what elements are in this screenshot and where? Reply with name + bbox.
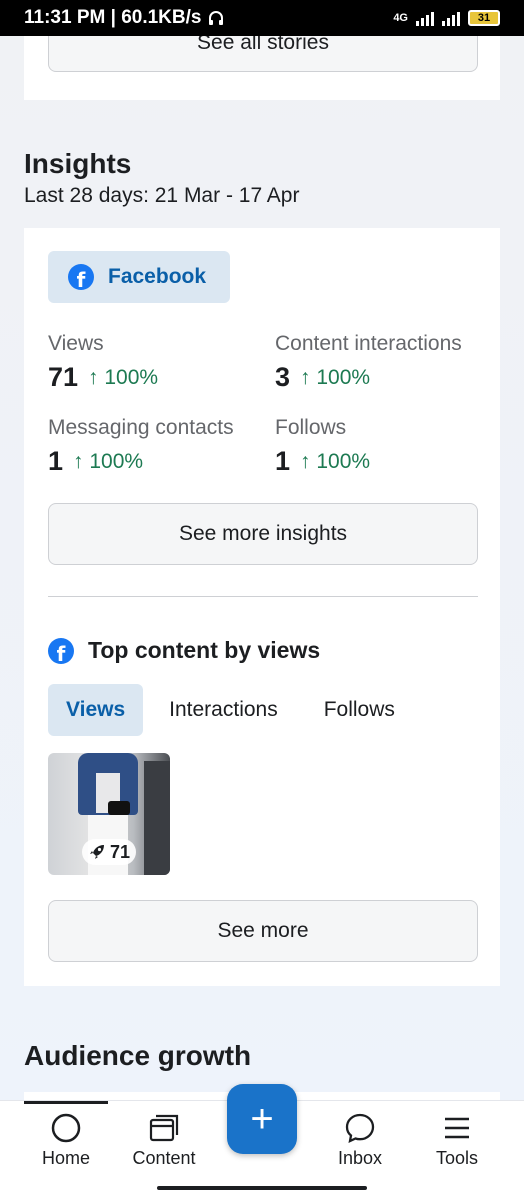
see-more-insights-button[interactable]: See more insights [48,503,478,565]
see-all-stories-button[interactable]: See all stories [48,36,478,72]
metric-content-interactions[interactable]: Content interactions 3 ↑ 100% [275,332,462,393]
top-content-title: Top content by views [88,637,321,663]
metric-delta: ↑ 100% [300,365,371,389]
gesture-handle[interactable] [157,1186,367,1190]
metric-follows[interactable]: Follows 1 ↑ 100% [275,416,370,477]
nav-label: Inbox [337,1148,383,1168]
signal-icon [442,10,460,26]
nav-home[interactable]: Home [16,1101,116,1173]
nav-inbox[interactable]: Inbox [310,1101,410,1173]
top-content-heading: f Top content by views [48,637,320,664]
gesture-bar [0,1172,524,1200]
metric-value: 1 [48,446,64,476]
status-bar: 11:31 PM | 60.1KB/s 4G 31 [0,0,524,36]
metric-value: 1 [275,446,291,476]
nav-tools[interactable]: Tools [407,1101,507,1173]
metric-views[interactable]: Views 71 ↑ 100% [48,332,158,393]
facebook-icon: f [48,637,74,664]
views-badge: 71 [82,839,137,865]
metric-delta: ↑ 100% [300,449,371,473]
metric-delta: ↑ 100% [88,365,159,389]
battery-icon: 31 [468,10,500,26]
metric-messaging-contacts[interactable]: Messaging contacts 1 ↑ 100% [48,416,234,477]
metric-label: Views [48,332,104,355]
metric-delta: ↑ 100% [73,449,144,473]
content-area[interactable]: See all stories Insights Last 28 days: 2… [0,36,524,1100]
tab-follows[interactable]: Follows [306,684,413,736]
insights-title: Insights [24,148,132,179]
stories-card: See all stories [24,36,500,100]
platform-label: Facebook [108,265,207,288]
nav-content[interactable]: Content [114,1101,214,1173]
metric-label: Follows [275,416,347,439]
network-type: 4G [393,12,408,24]
rocket-icon [90,845,104,859]
metric-label: Content interactions [275,332,462,355]
top-content-tabs: Views Interactions Follows [48,684,413,736]
inbox-icon [345,1113,375,1143]
signal-icon [416,10,434,26]
tools-icon [445,1117,469,1139]
platform-filter-facebook[interactable]: f Facebook [48,251,230,303]
nav-label: Home [41,1148,90,1168]
metric-value: 71 [48,362,79,392]
nav-label: Tools [435,1148,479,1168]
audience-growth-title: Audience growth [24,1040,252,1071]
nav-label: Content [132,1148,196,1168]
divider [48,596,478,597]
headphones-icon [209,11,224,25]
see-more-button[interactable]: See more [48,900,478,962]
views-count: 71 [110,841,131,862]
tab-views[interactable]: Views [48,684,144,736]
top-content-thumbnail[interactable]: 71 [48,753,170,875]
tab-interactions[interactable]: Interactions [151,684,296,736]
facebook-icon: f [68,264,94,290]
metric-value: 3 [275,362,291,392]
metric-label: Messaging contacts [48,416,234,439]
content-icon [149,1114,179,1142]
insights-date-range: Last 28 days: 21 Mar - 17 Apr [24,184,300,207]
insights-card: f Facebook Views 71 ↑ 100% Content inter… [24,228,500,986]
home-icon [51,1113,81,1143]
status-time-speed: 11:31 PM | 60.1KB/s [24,7,202,28]
create-button[interactable]: + [227,1084,297,1154]
